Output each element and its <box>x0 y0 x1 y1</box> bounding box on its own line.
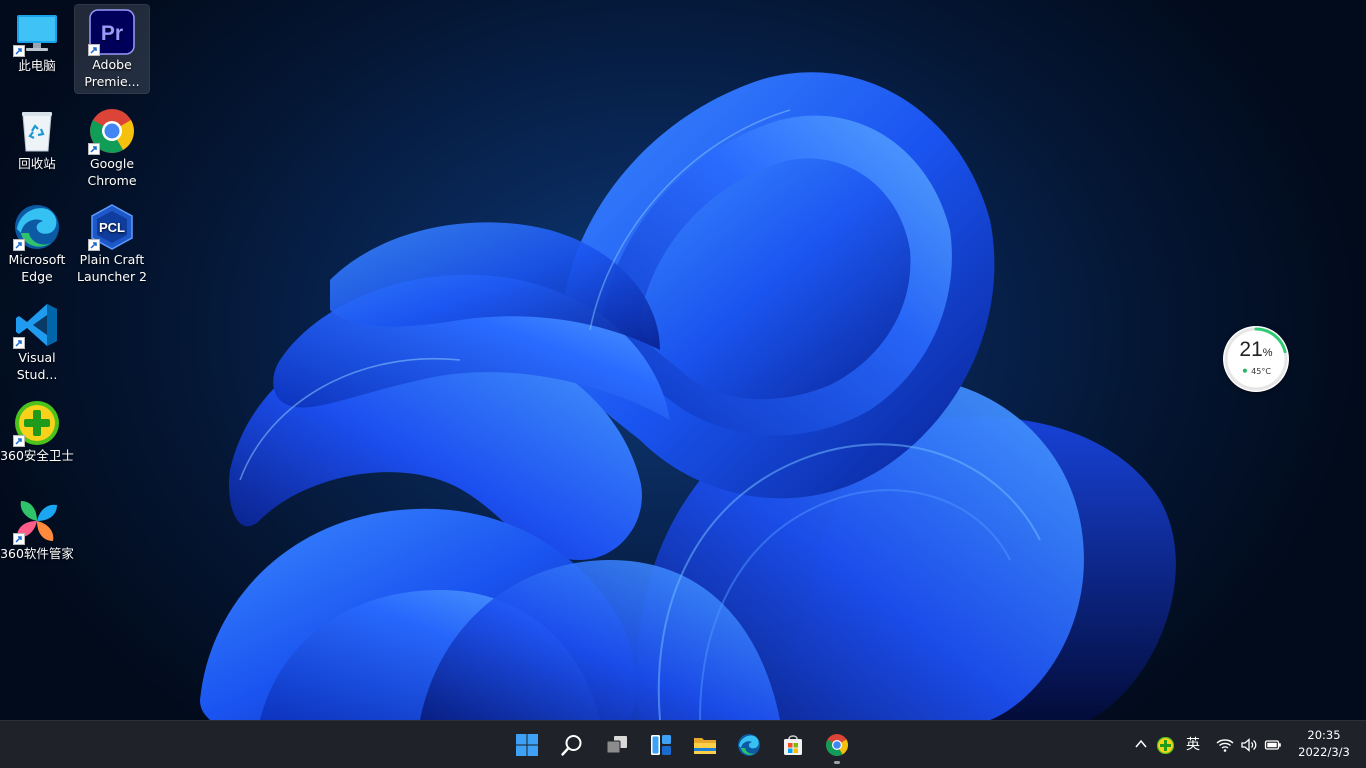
show-hidden-icons-button[interactable] <box>1132 733 1150 757</box>
360-safe-icon <box>13 399 61 447</box>
shortcut-arrow-icon <box>13 435 25 447</box>
taskbar-edge-button[interactable] <box>729 725 769 765</box>
edge-icon <box>738 734 760 756</box>
shortcut-arrow-icon <box>13 45 25 57</box>
battery-button[interactable] <box>1262 733 1284 757</box>
speaker-icon <box>1241 738 1257 752</box>
desktop-icon-360-safe[interactable]: 360安全卫士 <box>0 396 74 484</box>
desktop-icon-this-pc[interactable]: 此电脑 <box>0 6 74 94</box>
thermometer-icon: ⚫ <box>1241 367 1249 377</box>
usage-percent: 21% <box>1223 338 1289 362</box>
search-button[interactable] <box>552 725 592 765</box>
usage-value: 21 <box>1239 338 1263 361</box>
desktop-icon-recycle-bin[interactable]: 回收站 <box>0 104 74 192</box>
premiere-logo-text: Pr <box>101 22 123 45</box>
bloom-graphic <box>200 72 1176 720</box>
premiere-icon: Pr <box>88 8 136 56</box>
desktop-icon-label: Plain Craft Launcher 2 <box>76 252 148 284</box>
desktop-icon-label: 回收站 <box>18 156 56 171</box>
start-button[interactable] <box>507 725 547 765</box>
file-explorer-button[interactable] <box>685 725 725 765</box>
shortcut-arrow-icon <box>13 337 25 349</box>
input-method-indicator[interactable]: 英 <box>1182 733 1204 757</box>
network-button[interactable] <box>1214 733 1236 757</box>
running-indicator <box>834 761 840 764</box>
widgets-button[interactable] <box>641 725 681 765</box>
desktop-icon-label: Google Chrome <box>87 156 137 188</box>
pcl-icon: PCL <box>88 203 136 251</box>
360-safe-tray-icon <box>1156 737 1174 754</box>
desktop-icon-label: Visual Stud... <box>16 350 58 382</box>
task-view-button[interactable] <box>597 725 637 765</box>
shortcut-arrow-icon <box>13 239 25 251</box>
taskbar: 英 20:35 2022/3/3 <box>0 720 1366 768</box>
desktop-icon-label: 360安全卫士 <box>0 448 74 463</box>
vscode-icon <box>13 301 61 349</box>
wifi-icon <box>1216 739 1234 752</box>
folder-icon <box>694 738 716 754</box>
clock-date: 2022/3/3 <box>1298 745 1350 759</box>
desktop-wallpaper <box>0 0 1366 720</box>
volume-button[interactable] <box>1238 733 1260 757</box>
desktop-icon-adobe-premiere[interactable]: Pr Adobe Premie... <box>74 4 150 94</box>
windows-logo-icon <box>516 734 538 756</box>
desktop-icon-label: Microsoft Edge <box>8 252 66 284</box>
task-view-icon <box>606 736 627 754</box>
desktop-icon-label: 此电脑 <box>18 58 56 73</box>
temperature-readout: ⚫ 45°C <box>1223 367 1289 377</box>
shortcut-arrow-icon <box>88 44 100 56</box>
desktop-icon-label: Adobe Premie... <box>84 57 140 89</box>
shortcut-arrow-icon <box>13 533 25 545</box>
tray-360-safe[interactable] <box>1155 733 1175 757</box>
search-icon <box>561 735 582 756</box>
taskbar-chrome-button[interactable] <box>817 725 857 765</box>
desktop-icon-visual-studio[interactable]: Visual Stud... <box>0 298 74 386</box>
system-monitor-widget[interactable]: 21% ⚫ 45°C <box>1223 326 1289 392</box>
shortcut-arrow-icon <box>88 239 100 251</box>
chrome-icon <box>88 107 136 155</box>
clock-button[interactable]: 20:35 2022/3/3 <box>1286 727 1362 761</box>
desktop-icon-360-software-manager[interactable]: 360软件管家 <box>0 494 74 582</box>
desktop-icon-microsoft-edge[interactable]: Microsoft Edge <box>0 200 74 288</box>
usage-unit: % <box>1262 347 1273 359</box>
microsoft-store-button[interactable] <box>773 725 813 765</box>
this-pc-icon <box>13 9 61 57</box>
edge-icon <box>13 203 61 251</box>
chevron-up-icon <box>1135 739 1147 748</box>
clock-time: 20:35 <box>1307 728 1341 742</box>
360-software-manager-icon <box>13 497 61 545</box>
temperature-value: 45°C <box>1251 367 1271 376</box>
store-bag-icon <box>784 735 802 755</box>
chrome-icon <box>826 734 848 756</box>
desktop-icon-google-chrome[interactable]: Google Chrome <box>75 104 149 192</box>
desktop-icon-label: 360软件管家 <box>0 546 74 561</box>
pcl-logo-text: PCL <box>99 220 125 235</box>
widgets-icon <box>651 735 671 755</box>
recycle-bin-icon <box>13 107 61 155</box>
desktop-icon-plain-craft-launcher[interactable]: PCL Plain Craft Launcher 2 <box>75 200 149 288</box>
battery-icon <box>1264 740 1281 750</box>
shortcut-arrow-icon <box>88 143 100 155</box>
